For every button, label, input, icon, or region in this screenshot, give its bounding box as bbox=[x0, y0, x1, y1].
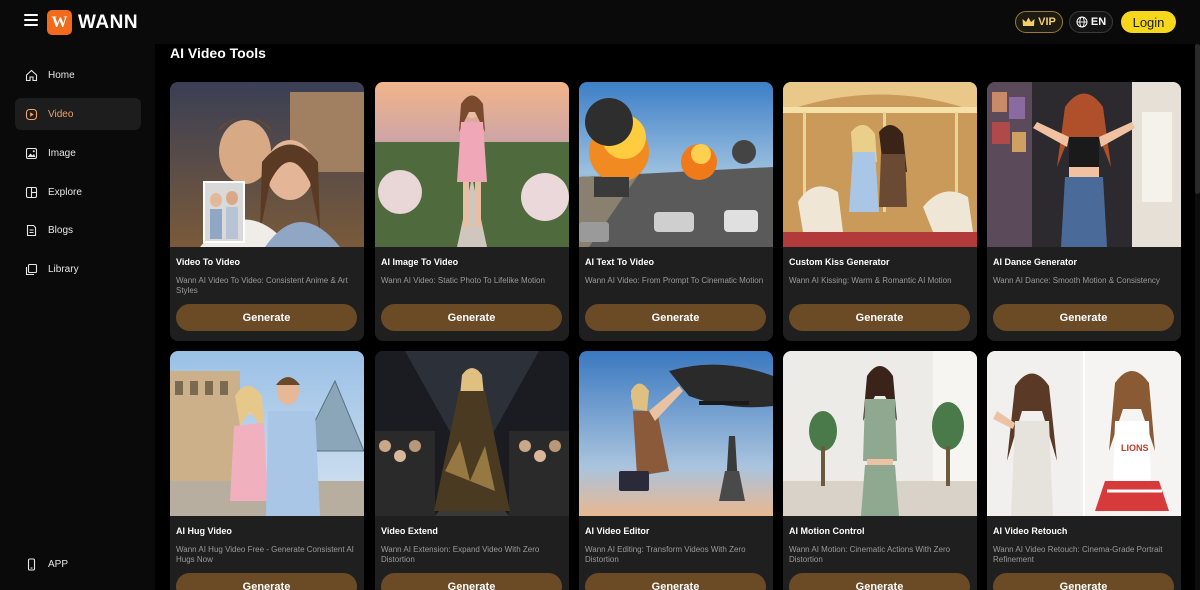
main-content: AI Video Tools Video To Video Wann AI Vi… bbox=[155, 44, 1200, 590]
card-title: Video Extend bbox=[381, 526, 438, 536]
sidebar-item-video[interactable]: Video bbox=[15, 98, 141, 130]
sidebar-item-label: Image bbox=[48, 147, 76, 159]
image-icon bbox=[25, 147, 38, 159]
card-thumbnail bbox=[987, 82, 1181, 247]
card-thumbnail bbox=[170, 82, 364, 247]
generate-button[interactable]: Generate bbox=[789, 304, 970, 331]
tool-card-hug-video[interactable]: AI Hug Video Wann AI Hug Video Free - Ge… bbox=[170, 351, 364, 590]
sidebar-item-image[interactable]: Image bbox=[15, 137, 141, 169]
generate-button[interactable]: Generate bbox=[176, 304, 357, 331]
crown-icon bbox=[1022, 17, 1035, 26]
card-thumbnail: LIONS bbox=[987, 351, 1181, 516]
card-thumbnail bbox=[783, 351, 977, 516]
top-bar: W WANN VIP EN Login bbox=[0, 0, 1200, 44]
phone-icon bbox=[27, 557, 36, 571]
home-icon bbox=[25, 69, 38, 81]
tool-card-video-editor[interactable]: AI Video Editor Wann AI Editing: Transfo… bbox=[579, 351, 773, 590]
sidebar-item-label: Video bbox=[48, 108, 74, 120]
sidebar-item-app[interactable]: APP bbox=[15, 548, 141, 580]
language-label: EN bbox=[1090, 16, 1107, 28]
card-description: Wann AI Dance: Smooth Motion & Consisten… bbox=[993, 276, 1160, 285]
card-title: AI Image To Video bbox=[381, 257, 459, 267]
menu-icon[interactable] bbox=[24, 14, 38, 28]
logo-mark: W bbox=[47, 10, 72, 35]
sidebar-item-label: Home bbox=[48, 69, 75, 81]
card-thumbnail bbox=[375, 82, 569, 247]
sidebar-item-label: Blogs bbox=[48, 224, 74, 236]
generate-button[interactable]: Generate bbox=[789, 573, 970, 590]
card-thumbnail bbox=[579, 82, 773, 247]
card-description: Wann AI Video: Static Photo To Lifelike … bbox=[381, 276, 545, 285]
card-title: AI Motion Control bbox=[789, 526, 865, 536]
card-thumbnail bbox=[375, 351, 569, 516]
card-thumbnail bbox=[783, 82, 977, 247]
generate-button[interactable]: Generate bbox=[176, 573, 357, 590]
tool-card-video-retouch[interactable]: LIONS AI Video Retouch Wann AI Video Ret… bbox=[987, 351, 1181, 590]
card-title: AI Video Retouch bbox=[993, 526, 1068, 536]
generate-button[interactable]: Generate bbox=[585, 573, 766, 590]
tool-card-kiss-generator[interactable]: Custom Kiss Generator Wann AI Kissing: W… bbox=[783, 82, 977, 341]
globe-icon bbox=[1076, 16, 1088, 28]
tool-card-dance-generator[interactable]: AI Dance Generator Wann AI Dance: Smooth… bbox=[987, 82, 1181, 341]
vip-label: VIP bbox=[1038, 16, 1056, 28]
page-scrollbar[interactable] bbox=[1195, 44, 1200, 590]
scrollbar-thumb[interactable] bbox=[1195, 44, 1200, 194]
sidebar-item-explore[interactable]: Explore bbox=[15, 176, 141, 208]
sidebar-item-home[interactable]: Home bbox=[15, 59, 141, 91]
generate-button[interactable]: Generate bbox=[585, 304, 766, 331]
tool-card-video-to-video[interactable]: Video To Video Wann AI Video To Video: C… bbox=[170, 82, 364, 341]
language-button[interactable]: EN bbox=[1069, 11, 1113, 33]
generate-button[interactable]: Generate bbox=[381, 304, 562, 331]
logo-text: WANN bbox=[78, 11, 139, 33]
card-description: Wann AI Video: From Prompt To Cinematic … bbox=[585, 276, 764, 285]
sidebar-item-label: APP bbox=[48, 558, 69, 570]
tool-card-text-to-video[interactable]: AI Text To Video Wann AI Video: From Pro… bbox=[579, 82, 773, 341]
vip-button[interactable]: VIP bbox=[1015, 11, 1063, 33]
generate-button[interactable]: Generate bbox=[993, 304, 1174, 331]
sidebar-item-library[interactable]: Library bbox=[15, 253, 141, 285]
card-title: Video To Video bbox=[176, 257, 241, 267]
generate-button[interactable]: Generate bbox=[381, 573, 562, 590]
library-icon bbox=[25, 263, 38, 275]
video-icon bbox=[25, 108, 38, 120]
card-description: Wann AI Editing: Transform Videos With Z… bbox=[585, 545, 746, 564]
generate-button[interactable]: Generate bbox=[993, 573, 1174, 590]
logo[interactable]: W WANN bbox=[47, 10, 138, 35]
tool-card-video-extend[interactable]: Video Extend Wann AI Extension: Expand V… bbox=[375, 351, 569, 590]
blogs-icon bbox=[26, 224, 37, 236]
card-description: Wann AI Video Retouch: Cinema-Grade Port… bbox=[993, 545, 1163, 564]
card-description: Wann AI Video To Video: Consistent Anime… bbox=[176, 276, 348, 295]
tool-card-image-to-video[interactable]: AI Image To Video Wann AI Video: Static … bbox=[375, 82, 569, 341]
sidebar: Home Video Image Explore Blogs Library A… bbox=[0, 44, 155, 590]
card-description: Wann AI Motion: Cinematic Actions With Z… bbox=[789, 545, 951, 564]
card-description: Wann AI Extension: Expand Video With Zer… bbox=[381, 545, 540, 564]
card-thumbnail bbox=[170, 351, 364, 516]
card-title: Custom Kiss Generator bbox=[789, 257, 890, 267]
svg-text:LIONS: LIONS bbox=[1121, 443, 1149, 453]
sidebar-item-label: Explore bbox=[48, 186, 82, 198]
card-description: Wann AI Kissing: Warm & Romantic AI Moti… bbox=[789, 276, 952, 285]
login-button[interactable]: Login bbox=[1121, 11, 1176, 33]
sidebar-item-blogs[interactable]: Blogs bbox=[15, 214, 141, 246]
card-title: AI Dance Generator bbox=[993, 257, 1078, 267]
tool-card-motion-control[interactable]: AI Motion Control Wann AI Motion: Cinema… bbox=[783, 351, 977, 590]
explore-icon bbox=[25, 186, 38, 198]
section-title: AI Video Tools bbox=[170, 45, 266, 61]
card-description: Wann AI Hug Video Free - Generate Consis… bbox=[176, 545, 354, 564]
card-title: AI Hug Video bbox=[176, 526, 232, 536]
sidebar-item-label: Library bbox=[48, 263, 79, 275]
card-title: AI Video Editor bbox=[585, 526, 650, 536]
card-thumbnail bbox=[579, 351, 773, 516]
card-title: AI Text To Video bbox=[585, 257, 655, 267]
